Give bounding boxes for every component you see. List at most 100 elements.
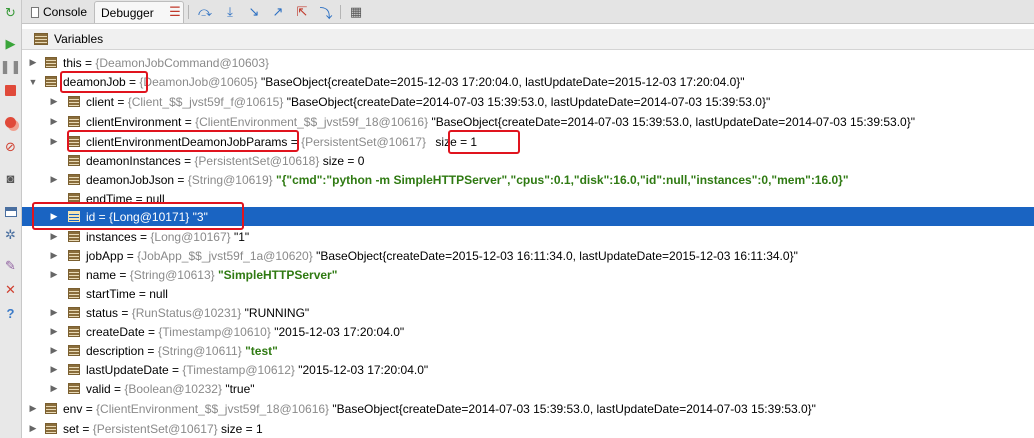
tree-node-env[interactable]: ▶ env = {ClientEnvironment_$$_jvst59f_18… <box>22 399 1034 418</box>
help-icon[interactable]: ? <box>2 305 19 322</box>
tree-node-jobApp[interactable]: ▶ jobApp = {JobApp_$$_jvst59f_1a@10620} … <box>22 246 1034 265</box>
var-type: {ClientEnvironment_$$_jvst59f_18@10616} <box>96 401 330 416</box>
expand-arrow-icon[interactable]: ▶ <box>49 307 59 318</box>
var-type: {Long@10171} <box>109 209 190 224</box>
var-name: this <box>63 55 82 70</box>
tree-node-id[interactable]: ▶ id = {Long@10171} "3" <box>22 207 1034 226</box>
var-name: name <box>86 267 117 282</box>
mute-breakpoints-icon[interactable]: ⊘ <box>2 138 19 155</box>
tree-node-this[interactable]: ▶ this = {DeamonJobCommand@10603} <box>22 53 1034 72</box>
tree-node-endTime[interactable]: endTime = null <box>22 189 1034 208</box>
rerun-icon[interactable]: ↻ <box>2 4 19 21</box>
var-value: "3" <box>192 209 208 224</box>
variables-panel-header: Variables <box>22 29 1034 50</box>
var-value: size = 1 <box>220 421 263 436</box>
drop-frame-icon[interactable]: ⇱ <box>294 4 310 20</box>
tree-node-lastUpdateDate[interactable]: ▶ lastUpdateDate = {Timestamp@10612} "20… <box>22 360 1034 379</box>
tree-node-deamonJob[interactable]: ▼ deamonJob = {DeamonJob@10605} "BaseObj… <box>22 72 1034 91</box>
breakpoints-icon[interactable] <box>2 114 19 131</box>
tree-node-client[interactable]: ▶ client = {Client_$$_jvst59f_f@10615} "… <box>22 92 1034 111</box>
var-name: deamonInstances <box>86 153 181 168</box>
var-name: set <box>63 421 80 436</box>
expand-arrow-icon[interactable]: ▶ <box>49 326 59 337</box>
pause-icon[interactable]: ❚❚ <box>0 58 21 75</box>
force-step-into-icon[interactable]: ↘ <box>246 4 262 20</box>
var-name: lastUpdateDate <box>86 362 169 377</box>
var-name: jobApp <box>86 248 124 263</box>
expand-arrow-icon[interactable]: ▶ <box>49 231 59 242</box>
expand-arrow-icon[interactable]: ▶ <box>49 136 59 147</box>
var-value: size = 0 <box>322 153 365 168</box>
field-icon <box>68 211 80 222</box>
expand-arrow-icon[interactable]: ▶ <box>49 96 59 107</box>
debug-toolbar: Console Debugger ☰ ⤼ ⤓ ↘ ↗ ⇱ ⤵ ▦ <box>22 0 1034 24</box>
expand-arrow-icon[interactable]: ▶ <box>49 116 59 127</box>
tree-node-deamonJobJson[interactable]: ▶ deamonJobJson = {String@10619} "{"cmd"… <box>22 170 1034 189</box>
var-type: {RunStatus@10231} <box>131 305 242 320</box>
tree-node-name[interactable]: ▶ name = {String@10613} "SimpleHTTPServe… <box>22 265 1034 284</box>
step-into-icon[interactable]: ⤓ <box>222 4 238 20</box>
expand-arrow-icon[interactable]: ▶ <box>28 423 38 434</box>
toolbar-divider <box>340 5 341 19</box>
var-value: "2015-12-03 17:20:04.0" <box>274 324 405 339</box>
expand-arrow-icon[interactable]: ▶ <box>49 269 59 280</box>
close-icon[interactable]: ✕ <box>2 281 19 298</box>
expand-arrow-icon[interactable]: ▶ <box>49 250 59 261</box>
var-value: "RUNNING" <box>244 305 310 320</box>
var-type: {PersistentSet@10617} <box>92 421 218 436</box>
var-type: {Timestamp@10610} <box>158 324 271 339</box>
var-name: startTime <box>86 286 136 301</box>
expand-arrow-icon[interactable]: ▶ <box>49 345 59 356</box>
tree-node-valid[interactable]: ▶ valid = {Boolean@10232} "true" <box>22 379 1034 398</box>
var-name: description <box>86 343 145 358</box>
var-value: "SimpleHTTPServer" <box>217 267 338 282</box>
var-name: valid <box>86 381 111 396</box>
tree-node-createDate[interactable]: ▶ createDate = {Timestamp@10610} "2015-1… <box>22 322 1034 341</box>
var-name: client <box>86 94 115 109</box>
tree-node-instances[interactable]: ▶ instances = {Long@10167} "1" <box>22 227 1034 246</box>
stop-icon[interactable] <box>2 82 19 99</box>
field-icon <box>68 136 80 147</box>
tree-node-clientEnvironment[interactable]: ▶ clientEnvironment = {ClientEnvironment… <box>22 112 1034 131</box>
step-out-icon[interactable]: ↗ <box>270 4 286 20</box>
var-type: {PersistentSet@10618} <box>194 153 320 168</box>
pin-icon[interactable]: ✎ <box>2 257 19 274</box>
expand-arrow-icon[interactable]: ▶ <box>28 57 38 68</box>
expand-arrow-icon[interactable]: ▶ <box>49 211 59 222</box>
resume-icon[interactable]: ▶ <box>2 35 19 52</box>
panel-title: Variables <box>54 32 104 46</box>
evaluate-expression-icon[interactable]: ▦ <box>348 4 364 20</box>
var-name: endTime <box>86 191 133 206</box>
tree-node-set[interactable]: ▶ set = {PersistentSet@10617} size = 1 <box>22 419 1034 438</box>
expand-arrow-icon[interactable]: ▶ <box>28 403 38 414</box>
field-icon <box>68 288 80 299</box>
field-icon <box>68 250 80 261</box>
expand-arrow-icon[interactable]: ▶ <box>49 364 59 375</box>
field-icon <box>68 364 80 375</box>
collapse-arrow-icon[interactable]: ▼ <box>28 77 38 87</box>
tree-node-status[interactable]: ▶ status = {RunStatus@10231} "RUNNING" <box>22 303 1034 322</box>
layout-icon[interactable] <box>2 203 19 220</box>
tree-node-startTime[interactable]: startTime = null <box>22 284 1034 303</box>
expand-arrow-icon[interactable]: ▶ <box>49 174 59 185</box>
variables-icon <box>34 33 48 45</box>
var-type: {String@10613} <box>129 267 215 282</box>
var-value: "BaseObject{createDate=2014-07-03 15:39:… <box>332 401 816 416</box>
expand-arrow-icon[interactable]: ▶ <box>49 383 59 394</box>
var-name: status <box>86 305 119 320</box>
var-name: clientEnvironment <box>86 114 182 129</box>
field-icon <box>45 423 57 434</box>
tab-console[interactable]: Console <box>25 1 93 23</box>
step-over-icon[interactable]: ⤼ <box>197 4 213 20</box>
variables-tree: ▶ this = {DeamonJobCommand@10603} ▼ deam… <box>22 53 1034 438</box>
settings-icon[interactable]: ✲ <box>2 226 19 243</box>
tab-debugger-label: Debugger <box>101 5 154 20</box>
camera-icon[interactable]: ◙ <box>2 170 19 187</box>
tree-node-clientEnvironmentDeamonJobParams[interactable]: ▶ clientEnvironmentDeamonJobParams = {Pe… <box>22 132 1034 151</box>
tree-node-description[interactable]: ▶ description = {String@10611} "test" <box>22 341 1034 360</box>
tree-node-deamonInstances[interactable]: deamonInstances = {PersistentSet@10618} … <box>22 151 1034 170</box>
show-execution-point-icon[interactable]: ☰ <box>167 4 183 20</box>
left-toolbar: ↻ ▶ ❚❚ ⊘ ◙ ✲ ✎ ✕ ? <box>0 0 22 438</box>
run-to-cursor-icon[interactable]: ⤵ <box>318 4 334 21</box>
field-icon <box>68 174 80 185</box>
